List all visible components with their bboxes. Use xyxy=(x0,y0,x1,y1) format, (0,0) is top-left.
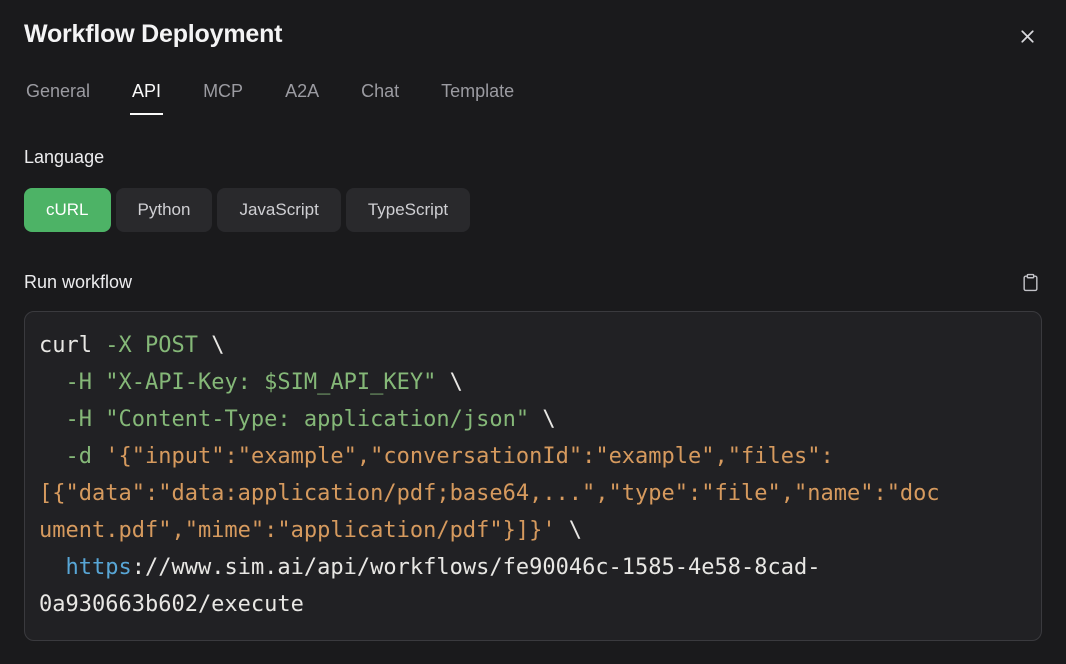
close-button[interactable] xyxy=(1013,22,1042,51)
modal-header: Workflow Deployment xyxy=(24,20,1042,51)
tab-template[interactable]: Template xyxy=(439,81,516,115)
code-line: 0a930663b602/execute xyxy=(39,586,1027,623)
code-line: -H "X-API-Key: $SIM_API_KEY" \ xyxy=(39,364,1027,401)
code-content: curl -X POST \ -H "X-API-Key: $SIM_API_K… xyxy=(39,327,1027,623)
code-line: ument.pdf","mime":"application/pdf"}]}' … xyxy=(39,512,1027,549)
copy-button[interactable] xyxy=(1019,270,1042,295)
tab-chat[interactable]: Chat xyxy=(359,81,401,115)
code-line: -H "Content-Type: application/json" \ xyxy=(39,401,1027,438)
language-option-typescript[interactable]: TypeScript xyxy=(346,188,470,232)
tab-mcp[interactable]: MCP xyxy=(201,81,245,115)
code-block[interactable]: curl -X POST \ -H "X-API-Key: $SIM_API_K… xyxy=(24,311,1042,641)
language-label: Language xyxy=(24,147,1042,168)
run-workflow-row: Run workflow xyxy=(24,270,1042,295)
workflow-deployment-modal: Workflow Deployment General API MCP A2A Chat… xyxy=(0,0,1066,664)
clipboard-icon xyxy=(1021,272,1040,293)
run-workflow-label: Run workflow xyxy=(24,272,132,293)
tab-api[interactable]: API xyxy=(130,81,163,115)
code-line: curl -X POST \ xyxy=(39,327,1027,364)
tab-a2a[interactable]: A2A xyxy=(283,81,321,115)
language-selector: cURLPythonJavaScriptTypeScript xyxy=(24,188,1042,232)
code-line: https://www.sim.ai/api/workflows/fe90046… xyxy=(39,549,1027,586)
tab-general[interactable]: General xyxy=(24,81,92,115)
code-line: [{"data":"data:application/pdf;base64,..… xyxy=(39,475,1027,512)
page-title: Workflow Deployment xyxy=(24,20,282,49)
language-option-javascript[interactable]: JavaScript xyxy=(217,188,340,232)
close-icon xyxy=(1017,26,1038,47)
language-option-python[interactable]: Python xyxy=(116,188,213,232)
tab-bar: General API MCP A2A Chat Template xyxy=(24,81,1042,115)
language-option-curl[interactable]: cURL xyxy=(24,188,111,232)
code-line: -d '{"input":"example","conversationId":… xyxy=(39,438,1027,475)
